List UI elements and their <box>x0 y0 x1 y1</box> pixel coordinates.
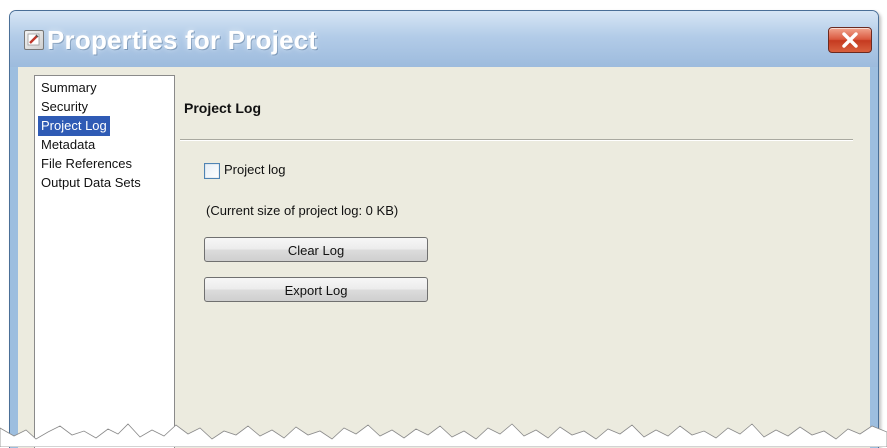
nav-item-metadata[interactable]: Metadata <box>38 135 98 155</box>
project-log-checkbox[interactable] <box>204 163 220 179</box>
category-list[interactable]: Summary Security Project Log Metadata Fi… <box>34 75 175 448</box>
close-icon <box>842 32 858 48</box>
torn-edge-decoration <box>0 423 887 447</box>
nav-item-output-data-sets[interactable]: Output Data Sets <box>38 173 144 193</box>
nav-item-security[interactable]: Security <box>38 97 91 117</box>
app-icon <box>24 30 44 50</box>
dialog-body: Summary Security Project Log Metadata Fi… <box>18 67 870 448</box>
project-log-checkbox-label[interactable]: Project log <box>224 162 285 177</box>
section-title: Project Log <box>184 100 262 116</box>
window-title: Properties for Project <box>47 25 318 55</box>
properties-dialog: Properties for Project Summary Security … <box>9 10 879 448</box>
nav-item-summary[interactable]: Summary <box>38 78 100 98</box>
export-log-button[interactable]: Export Log <box>204 277 428 302</box>
clear-log-button[interactable]: Clear Log <box>204 237 428 262</box>
section-divider <box>180 139 853 141</box>
log-size-text: (Current size of project log: 0 KB) <box>206 203 399 218</box>
close-button[interactable] <box>828 27 872 53</box>
title-bar[interactable]: Properties for Project <box>10 11 878 67</box>
nav-item-file-references[interactable]: File References <box>38 154 135 174</box>
nav-item-project-log[interactable]: Project Log <box>38 116 110 136</box>
